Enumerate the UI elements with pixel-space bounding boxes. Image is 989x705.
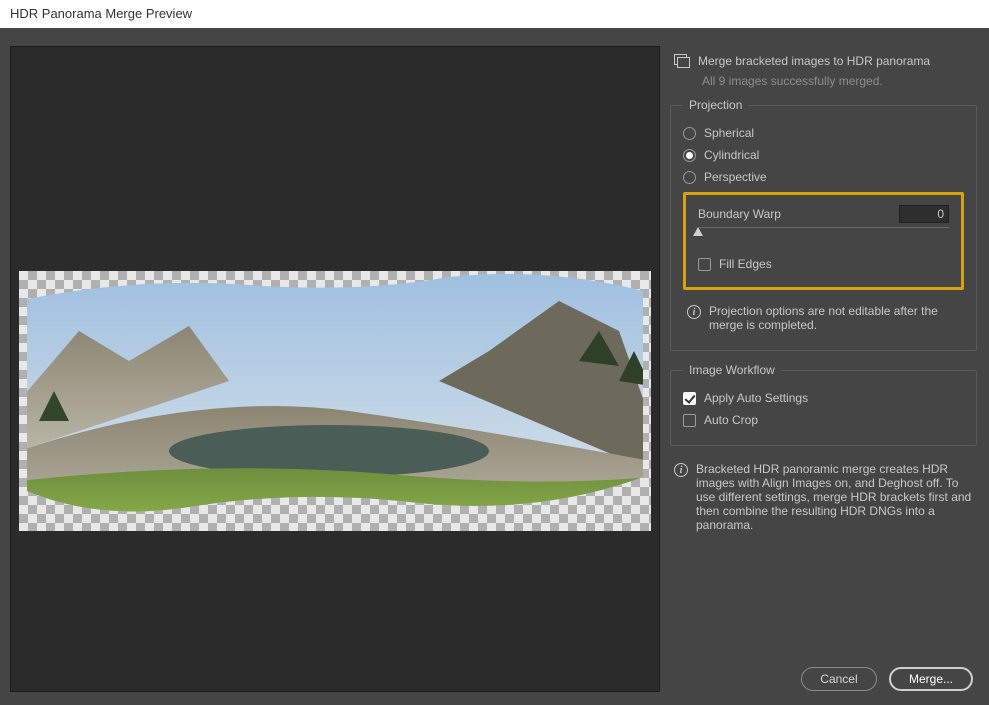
boundary-warp-slider[interactable] (698, 227, 949, 241)
info-icon: i (687, 305, 701, 319)
cancel-button[interactable]: Cancel (801, 667, 877, 691)
bottom-note-text: Bracketed HDR panoramic merge creates HD… (696, 462, 975, 532)
auto-crop-checkbox[interactable]: Auto Crop (683, 409, 964, 431)
radio-icon (683, 149, 696, 162)
checkbox-icon (683, 414, 696, 427)
preview-panel (10, 46, 660, 692)
projection-note-text: Projection options are not editable afte… (709, 304, 962, 332)
projection-legend: Projection (683, 98, 748, 112)
checkbox-icon (698, 258, 711, 271)
boundary-warp-label: Boundary Warp (698, 207, 781, 221)
dialog-body: Merge bracketed images to HDR panorama A… (0, 28, 989, 705)
projection-note: i Projection options are not editable af… (683, 300, 964, 336)
radio-icon (683, 171, 696, 184)
fill-edges-checkbox[interactable]: Fill Edges (698, 253, 949, 275)
radio-spherical[interactable]: Spherical (683, 122, 964, 144)
boundary-warp-section: Boundary Warp Fill Edges (683, 192, 964, 290)
radio-label: Cylindrical (704, 148, 759, 162)
image-stack-icon (674, 54, 690, 68)
radio-perspective[interactable]: Perspective (683, 166, 964, 188)
header-title: Merge bracketed images to HDR panorama (698, 54, 930, 68)
apply-auto-checkbox[interactable]: Apply Auto Settings (683, 387, 964, 409)
info-icon: i (674, 463, 688, 477)
header-subtitle: All 9 images successfully merged. (670, 70, 977, 98)
checkbox-icon (683, 392, 696, 405)
boundary-warp-input[interactable] (899, 205, 949, 223)
radio-label: Perspective (704, 170, 767, 184)
radio-icon (683, 127, 696, 140)
panorama-preview (19, 271, 651, 531)
radio-label: Spherical (704, 126, 754, 140)
checkbox-label: Auto Crop (704, 413, 758, 427)
workflow-group: Image Workflow Apply Auto Settings Auto … (670, 363, 977, 446)
bottom-note: i Bracketed HDR panoramic merge creates … (670, 458, 977, 536)
options-panel: Merge bracketed images to HDR panorama A… (670, 46, 977, 655)
window-title: HDR Panorama Merge Preview (0, 0, 989, 28)
checkbox-label: Apply Auto Settings (704, 391, 808, 405)
workflow-legend: Image Workflow (683, 363, 781, 377)
merge-button[interactable]: Merge... (889, 667, 973, 691)
slider-thumb-icon (693, 227, 703, 236)
dialog-footer: Cancel Merge... (801, 667, 973, 691)
checkbox-label: Fill Edges (719, 257, 772, 271)
radio-cylindrical[interactable]: Cylindrical (683, 144, 964, 166)
projection-group: Projection Spherical Cylindrical Perspec… (670, 98, 977, 351)
